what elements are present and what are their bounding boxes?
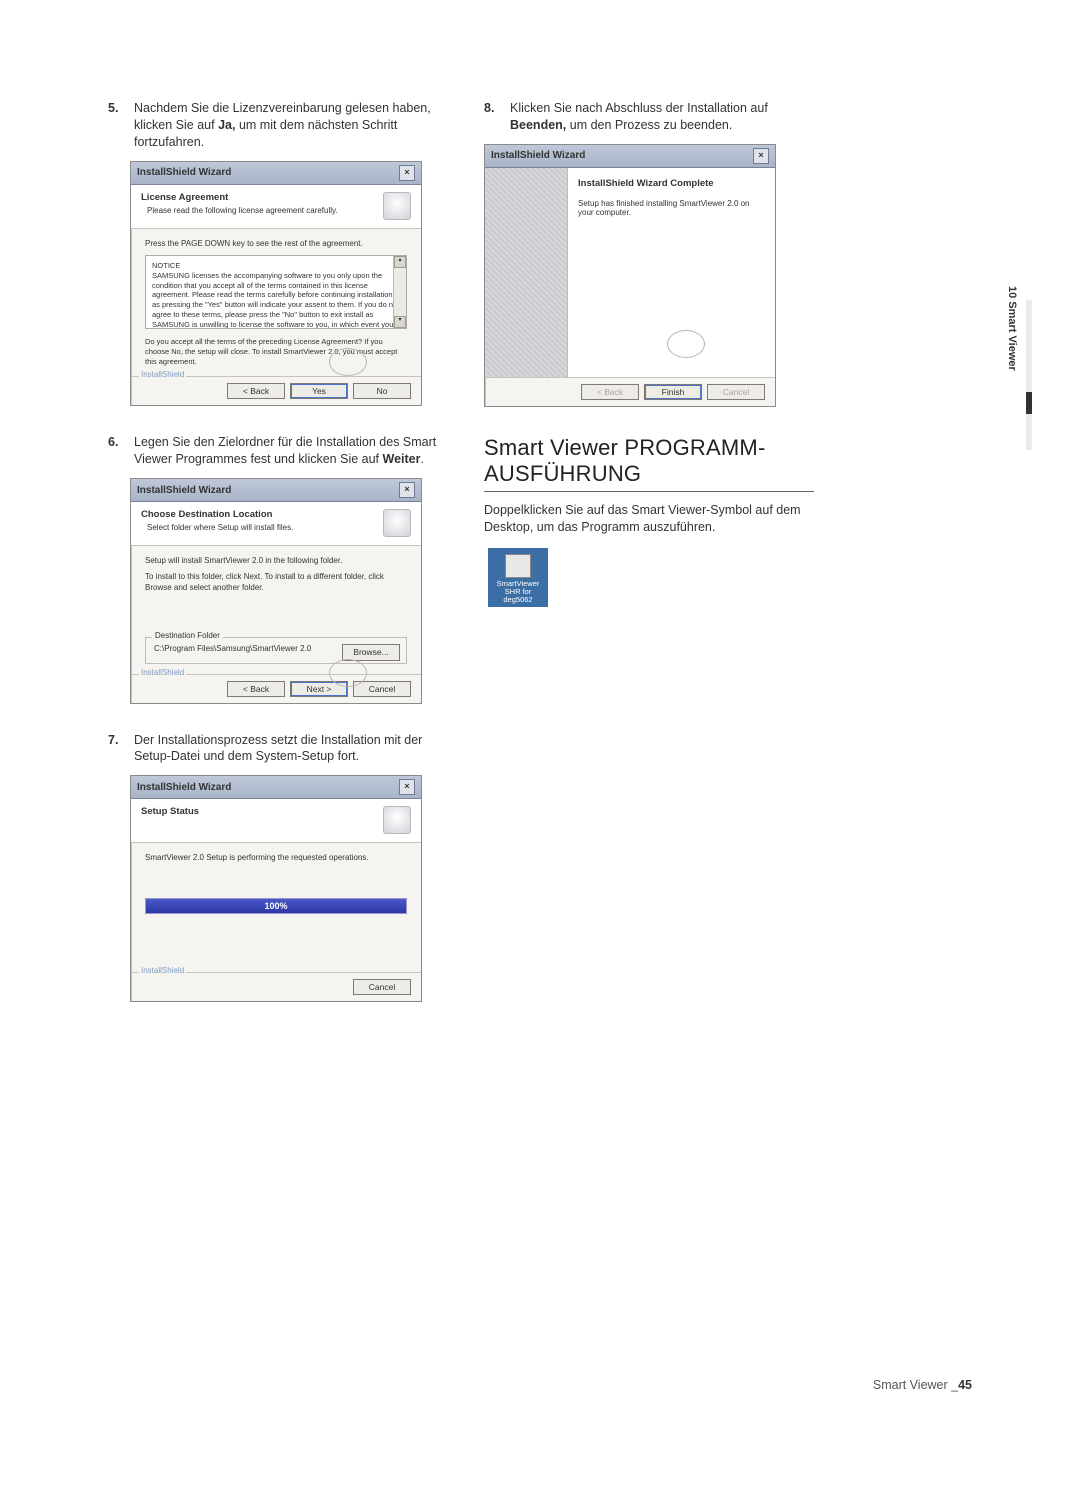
next-button[interactable]: Next >: [290, 681, 348, 697]
step-text-bold: Ja,: [218, 118, 235, 132]
yes-button[interactable]: Yes: [290, 383, 348, 399]
page-down-hint: Press the PAGE DOWN key to see the rest …: [145, 239, 407, 249]
wizard-header: Choose Destination Location Select folde…: [131, 502, 421, 546]
step-number: 6.: [108, 434, 134, 468]
progress-value: 100%: [146, 899, 406, 913]
cancel-button: Cancel: [707, 384, 765, 400]
step-text-bold: Weiter: [383, 452, 421, 466]
close-icon[interactable]: ×: [399, 165, 415, 181]
destination-wizard: InstallShield Wizard × Choose Destinatio…: [130, 478, 422, 704]
wizard-title: InstallShield Wizard: [491, 150, 585, 161]
scroll-down-icon[interactable]: ▾: [394, 316, 406, 328]
page-footer: Smart Viewer _45: [873, 1378, 972, 1392]
cancel-button[interactable]: Cancel: [353, 979, 411, 995]
step-body: Klicken Sie nach Abschluss der Installat…: [510, 100, 814, 134]
wizard-titlebar: InstallShield Wizard ×: [131, 479, 421, 502]
wizard-footer: < Back Finish Cancel: [485, 377, 775, 406]
side-chapter-tab: 10 Smart Viewer: [1006, 286, 1018, 371]
header-title: License Agreement: [141, 192, 338, 203]
side-index-marker: [1026, 392, 1032, 414]
section-heading: Smart Viewer PROGRAMM-AUSFÜHRUNG: [484, 435, 814, 487]
complete-title: InstallShield Wizard Complete: [578, 178, 765, 189]
wizard-footer: InstallShield < Back Yes No: [131, 376, 421, 405]
header-subtitle: Select folder where Setup will install f…: [141, 523, 293, 532]
wizard-footer: InstallShield Cancel: [131, 972, 421, 1001]
accept-question: Do you accept all the terms of the prece…: [145, 337, 407, 366]
wizard-icon: [383, 192, 411, 220]
close-icon[interactable]: ×: [399, 779, 415, 795]
step-body: Legen Sie den Zielordner für die Install…: [134, 434, 438, 468]
dest-line1: Setup will install SmartViewer 2.0 in th…: [145, 556, 407, 566]
wizard-icon: [383, 806, 411, 834]
section-paragraph: Doppelklicken Sie auf das Smart Viewer-S…: [484, 502, 814, 536]
step-body: Nachdem Sie die Lizenzvereinbarung geles…: [134, 100, 438, 151]
notice-title: NOTICE: [152, 261, 400, 271]
header-title: Choose Destination Location: [141, 509, 293, 520]
dest-line2: To install to this folder, click Next. T…: [145, 572, 407, 593]
wizard-title: InstallShield Wizard: [137, 485, 231, 496]
wizard-icon: [383, 509, 411, 537]
wizard-titlebar: InstallShield Wizard ×: [485, 145, 775, 168]
close-icon[interactable]: ×: [753, 148, 769, 164]
installshield-brand: InstallShield: [139, 668, 186, 677]
destination-folder-box: Destination Folder C:\Program Files\Sams…: [145, 637, 407, 663]
wizard-titlebar: InstallShield Wizard ×: [131, 776, 421, 799]
step-8: 8. Klicken Sie nach Abschluss der Instal…: [484, 100, 814, 134]
header-title: Setup Status: [141, 806, 199, 817]
step-6: 6. Legen Sie den Zielordner für die Inst…: [108, 434, 438, 468]
step-text-post: um den Prozess zu beenden.: [566, 118, 732, 132]
wizard-title: InstallShield Wizard: [137, 167, 231, 178]
browse-button[interactable]: Browse...: [342, 644, 400, 661]
app-icon: [505, 554, 531, 578]
progress-bar: 100%: [145, 898, 407, 914]
license-text-box[interactable]: NOTICE SAMSUNG licenses the accompanying…: [145, 255, 407, 329]
dest-path: C:\Program Files\Samsung\SmartViewer 2.0: [154, 644, 311, 653]
installshield-brand: InstallShield: [139, 966, 186, 975]
license-wizard: InstallShield Wizard × License Agreement…: [130, 161, 422, 407]
cancel-button[interactable]: Cancel: [353, 681, 411, 697]
installshield-brand: InstallShield: [139, 370, 186, 379]
icon-label-3: deg5062: [490, 596, 546, 604]
smartviewer-desktop-icon[interactable]: SmartViewer SHR for deg5062: [488, 548, 548, 608]
wizard-header: License Agreement Please read the follow…: [131, 185, 421, 229]
step-number: 8.: [484, 100, 510, 134]
header-subtitle: Please read the following license agreem…: [141, 206, 338, 215]
wizard-titlebar: InstallShield Wizard ×: [131, 162, 421, 185]
footer-page-number: 45: [958, 1378, 972, 1392]
back-button[interactable]: < Back: [227, 383, 285, 399]
step-text-pre: Klicken Sie nach Abschluss der Installat…: [510, 101, 768, 115]
step-text-post: .: [420, 452, 423, 466]
back-button: < Back: [581, 384, 639, 400]
side-index-bar: [1026, 300, 1032, 450]
scroll-up-icon[interactable]: ▴: [394, 256, 406, 268]
scrollbar[interactable]: ▴ ▾: [393, 256, 406, 328]
complete-wizard: InstallShield Wizard × InstallShield Wiz…: [484, 144, 776, 407]
section-rule: [484, 491, 814, 492]
footer-section: Smart Viewer _: [873, 1378, 958, 1392]
close-icon[interactable]: ×: [399, 482, 415, 498]
no-button[interactable]: No: [353, 383, 411, 399]
status-text: SmartViewer 2.0 Setup is performing the …: [145, 853, 407, 863]
wizard-title: InstallShield Wizard: [137, 782, 231, 793]
step-body: Der Installationsprozess setzt die Insta…: [134, 732, 438, 766]
step-number: 5.: [108, 100, 134, 151]
notice-body: SAMSUNG licenses the accompanying softwa…: [152, 271, 400, 329]
back-button[interactable]: < Back: [227, 681, 285, 697]
setup-status-wizard: InstallShield Wizard × Setup Status Smar…: [130, 775, 422, 1001]
dest-legend: Destination Folder: [152, 631, 223, 641]
step-number: 7.: [108, 732, 134, 766]
wizard-header: Setup Status: [131, 799, 421, 843]
wizard-side-image: [485, 168, 568, 377]
complete-text: Setup has finished installing SmartViewe…: [578, 199, 765, 217]
step-text: Der Installationsprozess setzt die Insta…: [134, 733, 422, 764]
wizard-footer: InstallShield < Back Next > Cancel: [131, 674, 421, 703]
finish-button[interactable]: Finish: [644, 384, 702, 400]
step-5: 5. Nachdem Sie die Lizenzvereinbarung ge…: [108, 100, 438, 151]
step-7: 7. Der Installationsprozess setzt die In…: [108, 732, 438, 766]
wizard-body: InstallShield Wizard Complete Setup has …: [485, 168, 775, 377]
step-text-bold: Beenden,: [510, 118, 566, 132]
